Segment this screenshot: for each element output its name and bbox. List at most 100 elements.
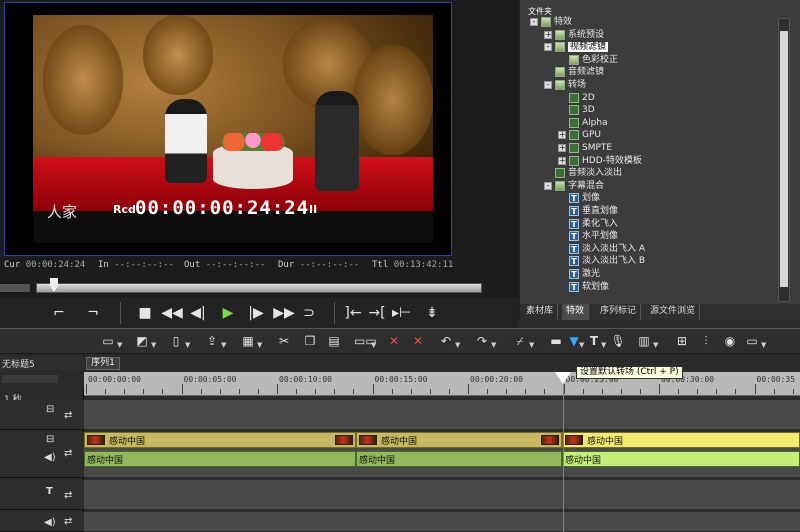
color-wheel-icon[interactable]: ◉ <box>722 333 738 349</box>
scrollbar-thumb[interactable] <box>780 31 788 287</box>
sequence-tab[interactable]: 序列1 <box>86 357 120 370</box>
collapse-icon[interactable]: - <box>544 42 552 51</box>
collapse-icon[interactable]: - <box>544 80 552 89</box>
window-layout-icon[interactable]: ▭ <box>744 333 760 349</box>
video-caption: 人家 <box>47 203 78 221</box>
video-track-icon[interactable]: ▭ <box>100 333 116 349</box>
status-total: Ttl 00:13:42:11 <box>372 260 454 270</box>
tab-source-browser[interactable]: 源文件浏览 <box>646 304 701 320</box>
tab-sequence-markers[interactable]: 序列标记 <box>596 304 642 320</box>
ruler-minor-tick <box>659 389 660 394</box>
grid-icon[interactable]: ⊞ <box>674 333 690 349</box>
step-back-icon[interactable]: ◀| <box>188 302 208 324</box>
redo-icon[interactable]: ↷ <box>474 333 490 349</box>
tree-item[interactable]: 音频淡入淡出 <box>544 167 622 180</box>
track-v1[interactable] <box>84 400 800 430</box>
lock-icon[interactable]: ⇄ <box>64 410 72 421</box>
tree-item-label: 3D <box>582 105 595 115</box>
playhead-line[interactable] <box>563 372 564 532</box>
group-icon[interactable]: ▭▭ <box>354 333 377 349</box>
folder-icon <box>555 66 565 77</box>
link-icon[interactable]: ▬ <box>548 333 564 349</box>
tree-item[interactable]: 3D <box>558 104 595 117</box>
clip-label: 感动中国 <box>359 456 396 466</box>
export-icon[interactable]: ⇪ <box>204 333 220 349</box>
mask-icon[interactable]: ◩ <box>134 333 150 349</box>
mark-in-icon[interactable]: ⌐ <box>52 302 66 324</box>
track-a1[interactable] <box>84 512 800 532</box>
ripple-delete-icon[interactable]: ✕ <box>410 333 426 349</box>
collapse-icon[interactable]: - <box>544 181 552 190</box>
speaker-icon: ◀) <box>44 517 56 528</box>
track-header-a1: ◀) ⇄ <box>0 512 84 532</box>
go-to-out-icon[interactable]: →[ <box>368 302 386 324</box>
expand-icon[interactable]: + <box>558 156 566 165</box>
video-monitor[interactable]: 人家 Rcd 00:00:00:24:24 II <box>4 2 452 256</box>
tree-item[interactable]: - 转场 <box>544 79 586 92</box>
copy-icon[interactable]: ❐ <box>302 333 318 349</box>
step-forward-icon[interactable]: |▶ <box>246 302 266 324</box>
tree-item[interactable]: 音频滤镜 <box>544 66 604 79</box>
tree-scrollbar[interactable] <box>778 18 790 302</box>
tree-item[interactable]: T 软划像 <box>558 281 609 294</box>
mark-out-icon[interactable]: ¬ <box>86 302 100 324</box>
undo-icon[interactable]: ↶ <box>438 333 454 349</box>
tree-item-label: 色彩校正 <box>582 55 619 65</box>
video-clip[interactable]: 感动中国 <box>356 432 562 448</box>
ruler-minor-tick <box>257 389 259 394</box>
tree-item[interactable]: - 特效 <box>530 16 572 29</box>
tree-item-label: 水平划像 <box>582 231 619 241</box>
mixer-icon[interactable]: ⫶ <box>698 333 714 349</box>
loop-icon[interactable]: ⊃ <box>300 302 318 324</box>
expand-icon[interactable]: + <box>558 143 566 152</box>
microphone-icon[interactable]: 🎙 <box>610 333 626 349</box>
timeline-ruler[interactable]: 00:00:00:00 00:00:05:00 00:00:10:00 00:00:1… <box>84 372 800 396</box>
audio-clip[interactable]: 感动中国 <box>84 451 356 467</box>
save-icon[interactable]: ▦ <box>240 333 256 349</box>
lock-icon[interactable]: ⇄ <box>64 490 72 501</box>
new-file-icon[interactable]: ▯ <box>168 333 184 349</box>
insert-icon[interactable]: ▸⊢ <box>392 302 411 324</box>
transport-controls: ⌐ ¬ ■ ◀◀ ◀| ▶ |▶ ▶▶ ⊃ ]← →[ ▸⊢ ⇟ <box>0 298 518 328</box>
lock-icon[interactable]: ⇄ <box>64 516 72 527</box>
tree-item[interactable]: T 垂直划像 <box>558 205 618 218</box>
stop-icon[interactable]: ■ <box>136 302 154 324</box>
transition-icon[interactable]: ▥ <box>636 333 652 349</box>
track-t1[interactable] <box>84 480 800 510</box>
track-scale-slider[interactable] <box>2 375 58 383</box>
fast-forward-icon[interactable]: ▶▶ <box>272 302 296 324</box>
collapse-icon[interactable]: - <box>530 17 538 26</box>
scrub-bar[interactable] <box>36 283 482 293</box>
audio-clip-selected[interactable]: 感动中国 <box>562 451 800 467</box>
tree-item[interactable]: T 划像 <box>558 192 600 205</box>
tab-library[interactable]: 素材库 <box>522 304 559 320</box>
cut-icon[interactable]: ✂ <box>276 333 292 349</box>
title-icon: T <box>569 205 579 216</box>
tree-item[interactable]: + SMPTE <box>558 142 612 155</box>
host-figure <box>165 99 207 183</box>
ruler-minor-tick <box>639 389 641 394</box>
play-icon[interactable]: ▶ <box>218 302 238 324</box>
tree-item[interactable]: - 视频滤镜 <box>544 41 609 54</box>
video-clip-selected[interactable]: 感动中国 <box>562 432 800 448</box>
expand-icon[interactable]: + <box>544 30 552 39</box>
rewind-icon[interactable]: ◀◀ <box>160 302 184 324</box>
overwrite-icon[interactable]: ⇟ <box>424 302 440 324</box>
video-clip[interactable]: 感动中国 <box>84 432 356 448</box>
tab-effects[interactable]: 特效 <box>562 304 590 320</box>
paste-icon[interactable]: ▤ <box>326 333 342 349</box>
rubber-band-icon[interactable]: ⌿ <box>512 333 528 349</box>
audio-clip[interactable]: 感动中国 <box>356 451 562 467</box>
tree-item-label: 垂直划像 <box>582 206 619 216</box>
go-to-in-icon[interactable]: ]← <box>344 302 362 324</box>
ruler-minor-tick <box>620 389 622 394</box>
delete-icon[interactable]: ✕ <box>386 333 402 349</box>
tree-item[interactable]: + GPU <box>558 129 601 142</box>
expand-icon[interactable]: + <box>558 130 566 139</box>
ruler-minor-tick <box>143 389 145 394</box>
tree-item[interactable]: T 激光 <box>558 268 600 281</box>
tree-item[interactable]: T 水平划像 <box>558 230 618 243</box>
title-tool-icon[interactable]: T <box>586 333 602 349</box>
tree-item[interactable]: T 淡入淡出飞入 B <box>558 255 645 268</box>
ruler-minor-tick <box>105 389 107 394</box>
